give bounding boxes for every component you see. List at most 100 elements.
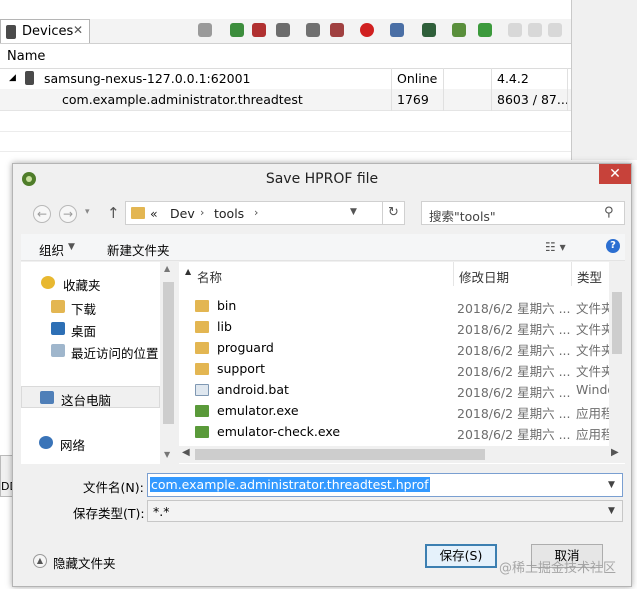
update-threads-icon[interactable] (306, 23, 320, 37)
scroll-thumb[interactable] (195, 449, 485, 460)
file-type: 文件夹 (576, 301, 609, 316)
filetype-select[interactable]: *.* ▼ (147, 500, 623, 522)
close-button[interactable]: ✕ (599, 164, 631, 184)
computer-icon (40, 391, 54, 404)
nav-item-label: 这台电脑 (61, 393, 112, 408)
breadcrumb-tools[interactable]: tools (214, 206, 244, 221)
scroll-thumb[interactable] (612, 292, 622, 354)
type-column-header[interactable]: 类型 (571, 262, 609, 286)
refresh-button[interactable]: ↻ (383, 201, 405, 225)
organize-button[interactable]: 组织 (39, 240, 64, 259)
navigation-scrollbar[interactable]: ▲ ▼ (160, 262, 177, 464)
maximize-icon[interactable] (548, 23, 562, 37)
new-folder-button[interactable]: 新建文件夹 (107, 240, 170, 259)
nav-item-this-pc[interactable]: 这台电脑 (21, 386, 160, 408)
breadcrumb-overflow[interactable]: « (150, 206, 158, 221)
watermark: @稀土掘金技术社区 (499, 561, 617, 576)
screen-capture-icon[interactable] (390, 23, 404, 37)
search-icon[interactable]: ⚲ (604, 205, 614, 220)
filetype-dropdown-icon[interactable]: ▼ (608, 506, 615, 516)
update-heap-icon[interactable] (230, 23, 244, 37)
file-row[interactable]: support 2018/6/2 星期六 ... 文件夹 (179, 359, 609, 380)
device-row[interactable]: ◢ samsung-nexus-127.0.0.1:62001 Online 4… (0, 68, 571, 90)
dump-hprof-icon[interactable] (252, 23, 266, 37)
column-divider (391, 68, 392, 111)
file-row[interactable]: emulator-check.exe 2018/6/2 星期六 ... 应用程 (179, 422, 609, 443)
devices-tab[interactable]: Devices ✕ (0, 19, 90, 43)
dialog-titlebar[interactable]: Save HPROF file ✕ (13, 164, 631, 194)
close-tab-icon[interactable]: ✕ (73, 23, 83, 37)
gc-icon[interactable] (276, 23, 290, 37)
back-button[interactable]: ← (33, 205, 51, 223)
file-date: 2018/6/2 星期六 ... (457, 427, 571, 442)
breadcrumb-dev[interactable]: Dev (170, 206, 195, 221)
empty-row (0, 131, 571, 152)
file-name: support (217, 361, 265, 376)
file-row[interactable]: emulator.exe 2018/6/2 星期六 ... 应用程 (179, 401, 609, 422)
filename-dropdown-icon[interactable]: ▼ (608, 480, 615, 490)
filename-field[interactable]: com.example.administrator.threadtest.hpr… (147, 473, 623, 497)
scroll-left-icon[interactable]: ◀ (182, 447, 190, 458)
folder-icon (195, 321, 209, 333)
column-divider (491, 68, 492, 111)
file-list: 名称 ▲ 修改日期 类型 bin 2018/6/2 星期六 ... 文件夹 li… (179, 262, 625, 464)
search-box[interactable]: 搜索"tools" ⚲ (421, 201, 625, 225)
file-date: 2018/6/2 星期六 ... (457, 406, 571, 421)
filetype-label: 保存类型(T): (73, 506, 145, 521)
file-row[interactable]: proguard 2018/6/2 星期六 ... 文件夹 (179, 338, 609, 359)
view-options-icon[interactable]: ☷ ▾ (545, 240, 566, 254)
up-button[interactable]: ↑ (107, 204, 120, 222)
scroll-up-icon[interactable]: ▲ (164, 264, 170, 273)
folder-icon (131, 207, 145, 219)
file-name: android.bat (217, 382, 289, 397)
file-row[interactable]: lib 2018/6/2 星期六 ... 文件夹 (179, 317, 609, 338)
scroll-right-icon[interactable]: ▶ (611, 447, 619, 458)
systrace-icon[interactable] (422, 23, 436, 37)
phone-icon (6, 25, 16, 39)
breadcrumb-separator[interactable]: › (254, 206, 258, 219)
file-row[interactable]: bin 2018/6/2 星期六 ... 文件夹 (179, 296, 609, 317)
nav-item-network[interactable]: 网络 (21, 432, 161, 454)
file-name: proguard (217, 340, 274, 355)
debug-icon[interactable] (198, 23, 212, 37)
help-icon[interactable]: ? (606, 239, 620, 253)
file-name: emulator.exe (217, 403, 299, 418)
recent-locations-dropdown[interactable]: ▾ (85, 207, 90, 217)
address-dropdown-icon[interactable]: ▼ (350, 207, 357, 217)
nav-item-downloads[interactable]: 下载 (21, 296, 161, 318)
checkmark-icon[interactable] (478, 23, 492, 37)
scroll-thumb[interactable] (163, 282, 174, 424)
stop-icon[interactable] (360, 23, 374, 37)
address-bar[interactable]: « Dev › tools › ▼ (125, 201, 383, 225)
forward-button[interactable]: → (59, 205, 77, 223)
file-list-vertical-scrollbar[interactable] (609, 262, 625, 446)
breadcrumb-separator[interactable]: › (200, 206, 204, 219)
date-column-header[interactable]: 修改日期 (453, 262, 572, 286)
column-divider (443, 68, 444, 111)
star-icon (41, 276, 55, 289)
trace-icon[interactable] (452, 23, 466, 37)
file-row[interactable]: android.bat 2018/6/2 星期六 ... Windo (179, 380, 609, 401)
view-menu-icon[interactable] (508, 23, 522, 37)
chevron-up-icon[interactable]: ▲ (33, 554, 47, 568)
recent-places-icon (51, 344, 65, 357)
nav-item-desktop[interactable]: 桌面 (21, 318, 161, 340)
nav-item-recent-places[interactable]: 最近访问的位置 (21, 340, 161, 362)
collapse-triangle-icon[interactable]: ◢ (9, 73, 16, 83)
process-row[interactable]: com.example.administrator.threadtest 176… (0, 89, 571, 111)
organize-dropdown-icon[interactable]: ▼ (68, 242, 75, 252)
filename-value[interactable]: com.example.administrator.threadtest.hpr… (150, 477, 430, 492)
name-column-header[interactable]: 名称 ▲ (179, 262, 454, 286)
exe-icon (195, 426, 209, 438)
start-profiling-icon[interactable] (330, 23, 344, 37)
file-list-horizontal-scrollbar[interactable]: ◀ ▶ (179, 446, 625, 463)
filetype-value: *.* (153, 504, 170, 519)
nav-item-favorites[interactable]: 收藏夹 (21, 272, 161, 294)
minimize-icon[interactable] (528, 23, 542, 37)
search-placeholder: 搜索"tools" (429, 209, 496, 224)
adjacent-panel (571, 0, 637, 160)
folder-icon (195, 342, 209, 354)
scroll-down-icon[interactable]: ▼ (164, 450, 170, 459)
save-button[interactable]: 保存(S) (425, 544, 497, 568)
file-date: 2018/6/2 星期六 ... (457, 385, 571, 400)
